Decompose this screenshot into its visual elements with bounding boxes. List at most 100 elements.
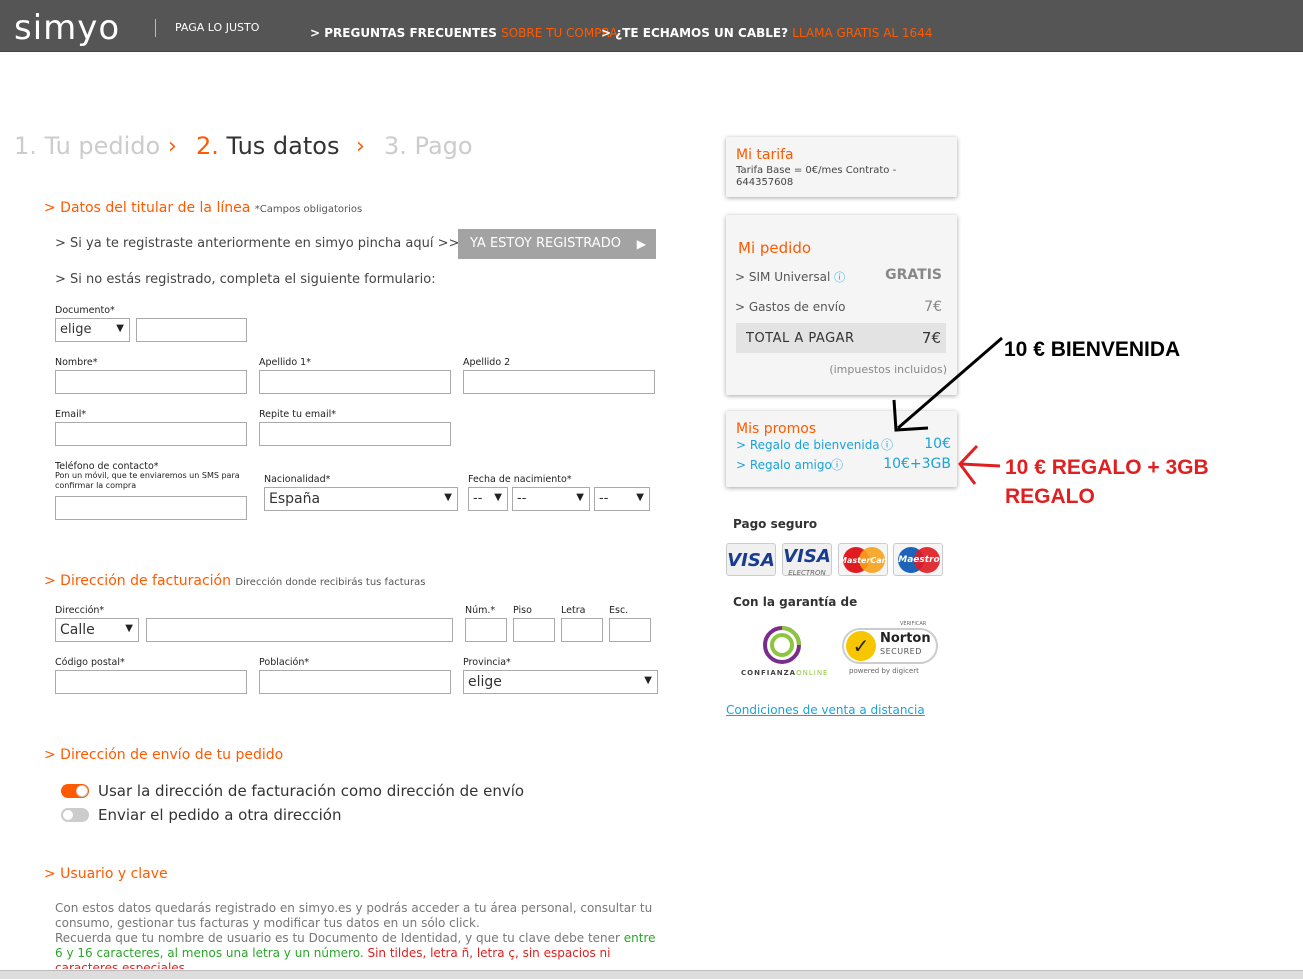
norton-secured: SECURED	[880, 647, 922, 656]
section-usuario-title: > Usuario y clave	[44, 866, 168, 882]
visa-electron-label: VISA	[783, 546, 831, 567]
already-registered-label: YA ESTOY REGISTRADO	[470, 236, 621, 251]
apellido1-label: Apellido 1*	[259, 357, 311, 368]
maestro-label: Maestro	[898, 555, 940, 565]
option-use-billing-address[interactable]: Usar la dirección de facturación como di…	[98, 782, 524, 800]
norton-name: Norton	[880, 631, 931, 646]
direccion-input[interactable]	[146, 618, 453, 642]
via-type-select[interactable]: Calle ▼	[55, 618, 139, 642]
nombre-input[interactable]	[55, 370, 247, 394]
section-usuario: > Usuario y clave	[44, 866, 168, 882]
telefono-input[interactable]	[55, 496, 247, 520]
promo-bienvenida-label[interactable]: > Regalo de bienvenida	[736, 438, 880, 452]
repeat-email-input[interactable]	[259, 422, 451, 446]
mastercard-icon: MasterCard	[838, 543, 888, 576]
call-link[interactable]: > ¿TE ECHAMOS UN CABLE? LLAMA GRATIS AL …	[601, 26, 932, 40]
red-arrow-annotation	[958, 444, 1001, 485]
step-2: 2. Tus datos	[196, 132, 339, 160]
num-label: Núm.*	[465, 605, 496, 616]
garantia-label: Con la garantía de	[733, 595, 858, 609]
faq-link-prefix: > PREGUNTAS FRECUENTES	[310, 26, 502, 40]
facturacion-note: Dirección donde recibirás tus facturas	[235, 577, 426, 588]
promo-amigo-label[interactable]: > Regalo amigo	[736, 458, 832, 472]
simyo-logo[interactable]: simyo	[14, 8, 120, 48]
norton-seal-icon[interactable]: VERIFICAR ✓ Norton SECURED powered by di…	[840, 618, 940, 680]
telefono-hint: Pon un móvil, que te enviaremos un SMS p…	[55, 471, 240, 490]
birth-month-select[interactable]: -- ▼	[512, 487, 590, 511]
info-icon[interactable]: ⓘ	[831, 456, 843, 473]
info-icon[interactable]: ⓘ	[834, 271, 845, 284]
piso-input[interactable]	[513, 618, 555, 642]
apellido2-label: Apellido 2	[463, 357, 511, 368]
not-registered-text: > Si no estás registrado, completa el si…	[55, 272, 436, 287]
call-link-prefix: > ¿TE ECHAMOS UN CABLE?	[601, 26, 793, 40]
fecha-label: Fecha de nacimiento*	[468, 474, 572, 485]
section-envio: > Dirección de envío de tu pedido	[44, 747, 283, 763]
tarifa-desc: Tarifa Base = 0€/mes Contrato - 64435760…	[736, 165, 897, 188]
toggle-knob	[62, 809, 74, 821]
documento-label: Documento*	[55, 305, 115, 316]
step-2-label: Tus datos	[226, 132, 340, 160]
confianza-online-label: CONFIANZAONLINE	[741, 669, 828, 677]
visa-electron-icon: VISA ELECTRON	[782, 543, 832, 577]
provincia-value: elige	[468, 674, 502, 690]
esc-label: Esc.	[609, 605, 629, 616]
section-facturacion: > Dirección de facturación Dirección don…	[44, 573, 425, 589]
electron-label: ELECTRON	[788, 569, 826, 577]
step-chevron-icon: ›	[168, 134, 177, 159]
section-envio-title: > Dirección de envío de tu pedido	[44, 747, 284, 763]
cp-input[interactable]	[55, 670, 247, 694]
documento-number-input[interactable]	[136, 318, 247, 342]
toggle-on[interactable]	[61, 784, 89, 798]
nacionalidad-value: España	[269, 491, 321, 507]
dropdown-arrow-icon: ▼	[444, 492, 452, 503]
cp-label: Código postal*	[55, 657, 125, 668]
letra-input[interactable]	[561, 618, 603, 642]
documento-type-select[interactable]: elige ▼	[55, 318, 130, 342]
norton-badge: ✓ Norton SECURED	[842, 628, 938, 664]
option-other-address[interactable]: Enviar el pedido a otra dirección	[98, 806, 341, 824]
step-1[interactable]: 1. Tu pedido	[14, 132, 160, 160]
dropdown-arrow-icon: ▼	[576, 492, 584, 503]
mastercard-label: MasterCard	[839, 556, 888, 565]
annotation-regalo-line1: 10 € REGALO + 3GB	[1005, 456, 1209, 479]
birth-year-select[interactable]: -- ▼	[594, 487, 650, 511]
esc-input[interactable]	[609, 618, 651, 642]
visa-icon: VISA	[726, 543, 776, 576]
online-label: ONLINE	[796, 669, 829, 677]
num-input[interactable]	[465, 618, 507, 642]
play-arrow-icon: ▶	[636, 237, 646, 251]
nacionalidad-label: Nacionalidad*	[264, 474, 331, 485]
promos-title: Mis promos	[736, 421, 817, 437]
condiciones-link[interactable]: Condiciones de venta a distancia	[726, 703, 925, 717]
tagline: PAGA LO JUSTO	[155, 19, 259, 37]
black-arrow-annotation	[892, 336, 1003, 432]
provincia-select[interactable]: elige ▼	[463, 670, 658, 694]
tarifa-card: Mi tarifa Tarifa Base = 0€/mes Contrato …	[726, 137, 957, 197]
poblacion-input[interactable]	[259, 670, 451, 694]
envio-price: 7€	[924, 299, 942, 315]
birth-year-value: --	[599, 491, 609, 506]
birth-day-select[interactable]: -- ▼	[468, 487, 508, 511]
email-label: Email*	[55, 409, 87, 420]
dropdown-arrow-icon: ▼	[644, 675, 652, 686]
letra-label: Letra	[561, 605, 586, 616]
faq-link[interactable]: > PREGUNTAS FRECUENTES SOBRE TU COMPRA	[310, 26, 618, 40]
nacionalidad-select[interactable]: España ▼	[264, 487, 458, 511]
piso-label: Piso	[513, 605, 532, 616]
registered-text: > Si ya te registraste anteriormente en …	[55, 236, 471, 251]
sim-universal-label: > SIM Universal	[735, 270, 831, 284]
toggle-off[interactable]	[61, 808, 89, 822]
already-registered-button[interactable]: YA ESTOY REGISTRADO ▶	[458, 229, 656, 259]
required-note: *Campos obligatorios	[254, 204, 363, 215]
usuario-paragraph-2: Recuerda que tu nombre de usuario es tu …	[55, 931, 665, 969]
annotation-bienvenida: 10 € BIENVENIDA	[1004, 338, 1181, 361]
apellido2-input[interactable]	[463, 370, 655, 394]
maestro-icon: Maestro	[893, 543, 943, 576]
confianza-online-logo-icon[interactable]	[762, 625, 802, 665]
tarifa-title: Mi tarifa	[736, 147, 794, 163]
usuario-paragraph-1: Con estos datos quedarás registrado en s…	[55, 901, 653, 930]
apellido1-input[interactable]	[259, 370, 451, 394]
section-titular-title: > Datos del titular de la línea	[44, 200, 251, 216]
email-input[interactable]	[55, 422, 247, 446]
